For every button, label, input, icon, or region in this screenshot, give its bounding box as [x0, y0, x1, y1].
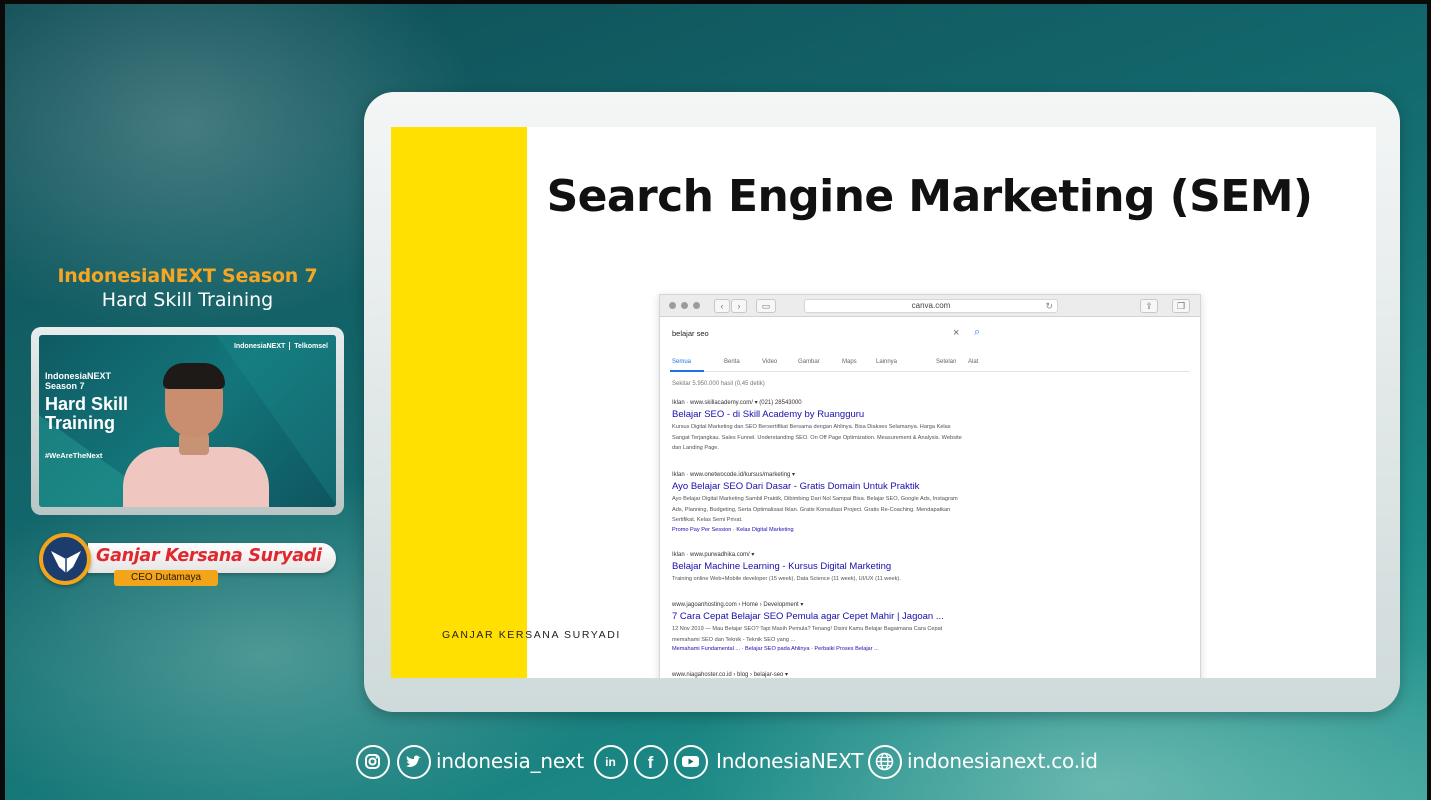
result-cite: Iklan · www.onetwocode.id/kursus/marketi… — [672, 472, 796, 478]
website-url: indonesianext.co.id — [907, 749, 1098, 773]
result-sitelinks: Promo Pay Per Session · Kelas Digital Ma… — [672, 526, 794, 533]
tab-semua: Semua — [672, 359, 692, 365]
result-title: Ayo Belajar SEO Dari Dasar - Gratis Doma… — [672, 481, 920, 492]
reload-icon: ↻ — [1045, 301, 1053, 311]
google-search-box: belajar seo × ⌕ — [670, 325, 992, 345]
back-icon: ‹ — [714, 299, 730, 313]
result-snippet: Ayo Belajar Digital Marketing Sambil Pra… — [672, 496, 958, 523]
slide-author: GANJAR KERSANA SURYADI — [442, 629, 621, 641]
clear-icon: × — [953, 327, 960, 339]
result-snippet: Training online Web+Mobile developer (15… — [672, 576, 901, 582]
address-bar: canva.com ↻ — [804, 299, 1058, 313]
social-handle: indonesia_next — [436, 749, 584, 773]
tab-berita: Berita — [724, 359, 740, 365]
result-sitelinks: Memahami Fundamental ... · Belajar SEO p… — [672, 646, 879, 652]
search-icon: ⌕ — [974, 326, 981, 338]
tabs-icon: ❐ — [1172, 299, 1190, 313]
frame-edge-left — [0, 0, 5, 800]
active-tab-indicator — [670, 370, 704, 372]
brand-indonesianext: IndonesiaNEXT — [233, 342, 286, 350]
youtube-icon — [674, 745, 708, 779]
result-stats: Sekitar 5.950.000 hasil (0,45 detik) — [672, 381, 765, 387]
tab-maps: Maps — [842, 359, 857, 365]
frame-edge-right — [1427, 0, 1431, 800]
slide-yellow-band — [391, 127, 527, 678]
tab-alat: Alat — [968, 359, 979, 365]
result-cite: www.niagahoster.co.id › blog › belajar-s… — [672, 672, 789, 678]
address-bar-url: canva.com — [911, 301, 951, 310]
instagram-icon — [356, 745, 390, 779]
result-title: 7 Cara Cepat Belajar SEO Pemula agar Cep… — [672, 611, 944, 622]
twitter-icon — [397, 745, 431, 779]
tab-video: Video — [762, 359, 778, 365]
brand-telkomsel: Telkomsel — [294, 342, 328, 350]
window-dot — [669, 302, 676, 309]
facebook-icon: f — [634, 745, 668, 779]
webcam-frame: IndonesiaNEXT Telkomsel IndonesiaNEXT Sea… — [31, 327, 344, 515]
google-tabs: Semua Berita Video Gambar Maps Lainnya S… — [670, 358, 1190, 372]
slide-title: Search Engine Marketing (SEM) — [546, 171, 1313, 222]
browser-toolbar: ‹ › ▭ canva.com ↻ ⇪ ❐ — [660, 295, 1200, 317]
social-footer: indonesia_next in f IndonesiaNEXT indone… — [356, 744, 1098, 780]
result-cite: Iklan · www.purwadhika.com/ ▾ — [672, 552, 755, 558]
tab-setelan: Setelan — [936, 359, 957, 365]
webcam-hashtag: #WeAreTheNext — [45, 451, 103, 460]
result-title: Belajar SEO - di Skill Academy by Ruangg… — [672, 409, 865, 420]
webcam-feed: IndonesiaNEXT Telkomsel IndonesiaNEXT Sea… — [39, 335, 336, 507]
search-result: Iklan · www.onetwocode.id/kursus/marketi… — [672, 471, 972, 533]
svg-text:in: in — [605, 755, 616, 769]
frame-edge-top — [0, 0, 1431, 4]
search-result: Iklan · www.skillacademy.com/ ▾ (021) 28… — [672, 399, 972, 454]
presentation-slide: Search Engine Marketing (SEM) GANJAR KER… — [391, 127, 1376, 678]
tab-gambar: Gambar — [798, 359, 820, 365]
event-subtitle: Hard Skill Training — [101, 289, 274, 311]
forward-icon: › — [731, 299, 747, 313]
speaker-name: Ganjar Kersana Suryadi — [96, 546, 322, 566]
linkedin-icon: in — [594, 745, 628, 779]
tab-lainnya: Lainnya — [876, 359, 898, 365]
speaker-role-badge: CEO Dutamaya — [114, 570, 218, 586]
company-logo — [39, 533, 91, 585]
share-icon: ⇪ — [1140, 299, 1158, 313]
svg-text:f: f — [648, 753, 654, 772]
search-query: belajar seo — [672, 329, 709, 338]
result-title: Belajar Machine Learning - Kursus Digita… — [672, 561, 892, 572]
webcam-brand: IndonesiaNEXT Telkomsel — [234, 342, 328, 350]
search-result: Iklan · www.purwadhika.com/ ▾ Belajar Ma… — [672, 551, 972, 585]
search-result: www.jagoanhosting.com › Home › Developme… — [672, 601, 972, 652]
result-snippet: Kursus Digital Marketing dan SEO Bersert… — [672, 424, 962, 451]
result-cite: Iklan · www.skillacademy.com/ ▾ (021) 28… — [672, 400, 802, 406]
search-result: www.niagahoster.co.id › blog › belajar-s… — [672, 671, 972, 678]
result-cite: www.jagoanhosting.com › Home › Developme… — [672, 602, 804, 608]
event-title: IndonesiaNEXT Season 7 — [57, 265, 318, 287]
globe-icon — [868, 745, 902, 779]
browser-screenshot: ‹ › ▭ canva.com ↻ ⇪ ❐ belajar seo × ⌕ Se… — [659, 294, 1201, 678]
window-dot — [693, 302, 700, 309]
window-dot — [681, 302, 688, 309]
sidebar-icon: ▭ — [756, 299, 776, 313]
speaker-video — [115, 363, 275, 507]
social-page: IndonesiaNEXT — [716, 749, 864, 773]
webcam-card-small: IndonesiaNEXT Season 7 — [45, 371, 112, 391]
result-snippet: 12 Nov 2019 — Mau Belajar SEO? Tapi Masi… — [672, 626, 943, 643]
event-title-block: IndonesiaNEXT Season 7 Hard Skill Traini… — [30, 265, 345, 311]
